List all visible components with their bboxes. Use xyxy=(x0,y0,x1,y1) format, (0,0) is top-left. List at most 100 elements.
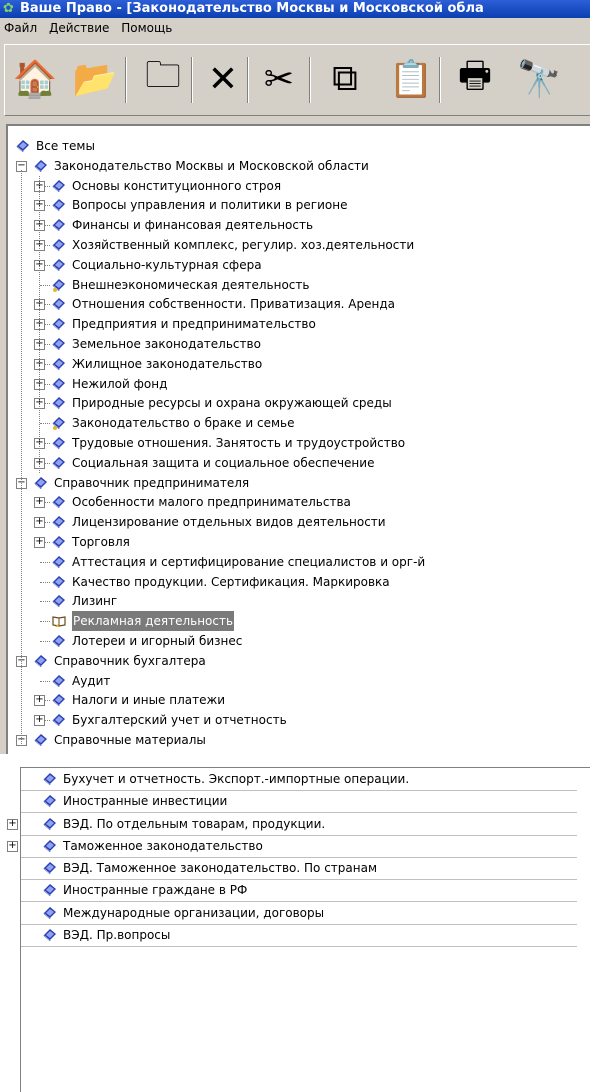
book-icon xyxy=(52,456,66,470)
list-item-label: Международные организации, договоры xyxy=(63,905,325,920)
tree-item[interactable]: + Налоги и иные платежи xyxy=(8,690,588,710)
expand-icon[interactable]: + xyxy=(34,715,45,727)
tree-item[interactable]: + Бухгалтерский учет и отчетность xyxy=(8,710,588,730)
binoculars-icon: 🔭 xyxy=(516,59,562,100)
open-folder-button[interactable]: 📂 xyxy=(71,55,119,103)
list-item[interactable]: Международные организации, договоры xyxy=(21,902,577,925)
expand-icon[interactable]: + xyxy=(7,818,18,830)
tree-item[interactable]: + Финансы и финансовая деятельность xyxy=(8,215,588,235)
tree-item-label: Налоги и иные платежи xyxy=(72,693,226,708)
tree-item[interactable]: Лотереи и игорный бизнес xyxy=(8,631,588,651)
window-title: Ваше Право - [Законодательство Москвы и … xyxy=(20,1,484,16)
tree-connector xyxy=(40,601,50,603)
tree-item[interactable]: Законодательство о браке и семье xyxy=(8,413,588,433)
tree-item-label: Хозяйственный комплекс, регулир. хоз.дея… xyxy=(72,238,415,252)
book-icon xyxy=(43,817,57,831)
book-icon xyxy=(52,179,66,193)
tree-item[interactable]: + Социальная защита и социальное обеспече… xyxy=(8,453,588,473)
topic-tree: Все темы − Законодательство Москвы и Моско… xyxy=(6,124,590,754)
menu-help[interactable]: Помощь xyxy=(117,19,176,37)
menu-file[interactable]: Файл xyxy=(0,19,41,37)
tree-item-label: Аттестация и сертифицирование специалист… xyxy=(72,554,426,569)
list-item[interactable]: Бухучет и отчетность. Экспорт.-импортные… xyxy=(21,768,577,791)
tree-item[interactable]: Качество продукции. Сертификация. Маркир… xyxy=(8,572,588,592)
home-icon: 🏠 xyxy=(12,59,58,100)
tree-item-label: Природные ресурсы и охрана окружающей ср… xyxy=(72,396,392,411)
list-item-label: Бухучет и отчетность. Экспорт.-импортные… xyxy=(63,772,410,786)
tree-item[interactable]: + Жилищное законодательство xyxy=(8,354,588,374)
expand-icon[interactable]: + xyxy=(34,517,45,529)
open-folder-icon: 📂 xyxy=(72,59,118,100)
tree-item-label: Внешнеэкономическая деятельность xyxy=(72,277,310,292)
tree-item[interactable]: + Социально-культурная сфера xyxy=(8,255,588,275)
book-icon xyxy=(52,634,66,648)
tree-item[interactable]: + Основы конституционного строя xyxy=(8,176,588,196)
open-book-icon xyxy=(52,614,66,628)
tree-item[interactable]: Рекламная деятельность xyxy=(8,611,588,632)
copy-button[interactable]: ⧉ xyxy=(321,55,369,103)
expand-icon[interactable]: + xyxy=(7,840,18,852)
tree-item[interactable]: + Вопросы управления и политики в регионе xyxy=(8,195,588,215)
tree-item[interactable]: + Природные ресурсы и охрана окружающей с… xyxy=(8,393,588,413)
toolbar-separator xyxy=(247,57,249,103)
tree-item-label: Социально-культурная сфера xyxy=(72,257,262,272)
tree-item[interactable]: − Справочные материалы xyxy=(8,730,588,750)
tree-item[interactable]: Аттестация и сертифицирование специалист… xyxy=(8,552,588,572)
tree-connector xyxy=(40,680,50,682)
book-icon xyxy=(52,416,66,431)
print-button[interactable]: 🖶 xyxy=(451,55,499,103)
expand-icon[interactable]: + xyxy=(34,537,45,548)
book-icon xyxy=(52,674,66,688)
book-icon xyxy=(52,377,66,391)
toolbar-separator xyxy=(309,57,311,103)
delete-button[interactable]: ✕ xyxy=(199,55,247,103)
book-icon xyxy=(52,297,66,311)
scissors-icon: ✂ xyxy=(263,58,295,100)
tree-item[interactable]: + Трудовые отношения. Занятость и трудоус… xyxy=(8,433,588,453)
tree-item-label: Нежилой фонд xyxy=(72,376,168,391)
tree-item[interactable]: + Лицензирование отдельных видов деятельн… xyxy=(8,512,588,532)
tree-item[interactable]: Аудит xyxy=(8,671,588,691)
tree-item[interactable]: Все темы xyxy=(8,136,588,156)
list-item[interactable]: Иностранные инвестиции xyxy=(21,790,577,814)
clipboard-icon: 📋 xyxy=(388,59,434,100)
book-icon xyxy=(52,238,66,252)
tree-item[interactable]: − Справочник бухгалтера xyxy=(8,651,588,671)
expand-icon[interactable]: + xyxy=(34,695,45,707)
tree-item[interactable]: Внешнеэкономическая деятельность xyxy=(8,275,588,295)
book-icon xyxy=(52,218,66,232)
new-folder-button[interactable]: 🗀 xyxy=(139,55,187,103)
tree-item[interactable]: − Законодательство Москвы и Московской об… xyxy=(8,156,588,176)
cut-button[interactable]: ✂ xyxy=(255,55,303,103)
list-item[interactable]: + Таможенное законодательство xyxy=(7,835,577,858)
book-icon xyxy=(43,928,57,942)
book-icon xyxy=(43,772,57,786)
app-window: ✿ Ваше Право - [Законодательство Москвы и… xyxy=(0,0,590,754)
tree-item[interactable]: + Предприятия и предпринимательство xyxy=(8,314,588,334)
list-item[interactable]: Иностранные граждане в РФ xyxy=(21,879,577,903)
list-item[interactable]: ВЭД. Таможенное законодательство. По стр… xyxy=(21,857,577,881)
tree-item[interactable]: + Хозяйственный комплекс, регулир. хоз.де… xyxy=(8,235,588,255)
home-button[interactable]: 🏠 xyxy=(11,55,59,103)
tree-item[interactable]: + Особенности малого предпринимательства xyxy=(8,492,588,512)
tree-item[interactable]: Лизинг xyxy=(8,591,588,611)
copy-icon: ⧉ xyxy=(332,58,358,99)
tree-item[interactable]: + Торговля xyxy=(8,532,588,552)
tree-item[interactable]: − Справочник предпринимателя xyxy=(8,473,588,493)
list-item[interactable]: + ВЭД. По отдельным товарам, продукции. xyxy=(7,813,577,836)
tree-item-label: Все темы xyxy=(36,139,95,153)
find-button[interactable]: 🔭 xyxy=(515,55,563,103)
tree-item[interactable]: + Отношения собственности. Приватизация. … xyxy=(8,294,588,314)
list-item[interactable]: ВЭД. Пр.вопросы xyxy=(21,924,577,947)
tree-item[interactable]: + Нежилой фонд xyxy=(8,374,588,394)
paste-button[interactable]: 📋 xyxy=(387,55,435,103)
tree-item-label: Законодательство Москвы и Московской обл… xyxy=(54,158,369,173)
toolbar: 🏠 📂 🗀 ✕ ✂ ⧉ 📋 🖶 🔭 xyxy=(4,44,590,116)
tree-connector xyxy=(21,169,22,744)
expand-icon[interactable]: + xyxy=(34,497,45,509)
tree-connector xyxy=(40,641,50,642)
book-icon xyxy=(43,794,57,808)
tree-item-label: Аудит xyxy=(72,673,111,688)
menu-action[interactable]: Действие xyxy=(45,19,113,37)
tree-item[interactable]: + Земельное законодательство xyxy=(8,334,588,354)
